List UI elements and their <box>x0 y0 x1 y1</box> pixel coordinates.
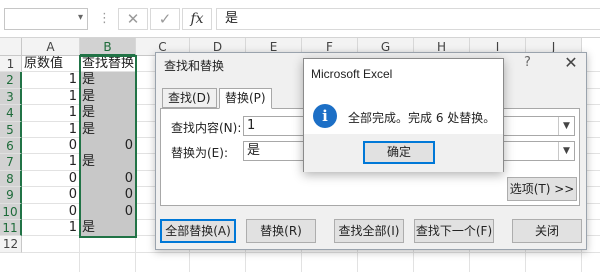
find-all-button[interactable]: 查找全部(I) <box>334 219 404 243</box>
close-button[interactable]: 关闭 <box>512 219 582 243</box>
drag-handle-icon[interactable]: ⋮ <box>98 9 111 29</box>
row-header-8[interactable]: 8 <box>0 170 22 188</box>
tab-replace[interactable]: 替换(P) <box>219 88 272 109</box>
name-box[interactable]: ▾ <box>4 8 88 30</box>
cell-a10[interactable]: 0 <box>22 204 80 220</box>
row-header-2[interactable]: 2 <box>0 72 22 89</box>
check-icon[interactable]: ✓ <box>150 8 180 30</box>
formula-input[interactable]: 是 <box>216 8 600 30</box>
cell-a2[interactable]: 1 <box>22 72 80 88</box>
row-header-1[interactable]: 1 <box>0 56 22 73</box>
tab-find[interactable]: 查找(D) <box>162 88 217 108</box>
chevron-down-icon[interactable]: ▼ <box>558 142 574 160</box>
column-header-b[interactable]: B <box>80 38 136 56</box>
message-box-body: i 全部完成。完成 6 处替换。 确定 <box>304 94 503 172</box>
cell-a9[interactable]: 0 <box>22 187 80 203</box>
options-button[interactable]: 选项(T) >> <box>507 177 577 201</box>
ok-button[interactable]: 确定 <box>363 141 435 164</box>
message-box: Microsoft Excel i 全部完成。完成 6 处替换。 确定 <box>303 58 504 172</box>
replace-input-value: 是 <box>247 143 261 158</box>
replace-button[interactable]: 替换(R) <box>246 219 316 243</box>
row-header-11[interactable]: 11 <box>0 220 22 237</box>
message-box-footer: 确定 <box>304 134 503 172</box>
cell-a11[interactable]: 1 <box>22 220 80 236</box>
row-header-3[interactable]: 3 <box>0 88 22 106</box>
cell-a6[interactable]: 0 <box>22 138 80 154</box>
row-header-9[interactable]: 9 <box>0 187 22 204</box>
chevron-down-icon[interactable]: ▼ <box>558 117 574 135</box>
select-all-corner[interactable] <box>0 38 22 56</box>
replace-label: 替换为(E): <box>171 146 228 160</box>
cancel-icon[interactable]: ✕ <box>118 8 148 30</box>
info-icon: i <box>313 104 337 128</box>
chevron-down-icon[interactable]: ▾ <box>78 12 83 23</box>
find-next-button[interactable]: 查找下一个(F) <box>414 219 494 243</box>
find-label: 查找内容(N): <box>171 121 242 135</box>
row-header-10[interactable]: 10 <box>0 203 22 220</box>
row-header-12[interactable]: 12 <box>0 236 22 253</box>
cell-a5[interactable]: 1 <box>22 122 80 138</box>
message-text: 全部完成。完成 6 处替换。 <box>348 111 496 125</box>
row-header-4[interactable]: 4 <box>0 105 22 122</box>
column-header-a[interactable]: A <box>22 38 80 56</box>
replace-all-button[interactable]: 全部替换(A) <box>160 219 236 243</box>
row-header-5[interactable]: 5 <box>0 121 22 138</box>
find-input-value: 1 <box>247 118 256 133</box>
message-box-title: Microsoft Excel <box>311 67 393 81</box>
row-header-7[interactable]: 7 <box>0 154 22 171</box>
insert-function-button[interactable]: fx <box>182 8 212 30</box>
help-icon[interactable]: ? <box>524 55 531 70</box>
gridline <box>22 251 600 253</box>
cell-a8[interactable]: 0 <box>22 171 80 187</box>
row-header-6[interactable]: 6 <box>0 138 22 155</box>
cell-a7[interactable]: 1 <box>22 154 80 170</box>
selection-border <box>79 55 137 238</box>
dialog-title: 查找和替换 <box>164 59 225 73</box>
cell-a3[interactable]: 1 <box>22 89 80 105</box>
formula-bar: ▾ ⋮ ✕ ✓ fx 是 <box>0 0 600 38</box>
cell-a1[interactable]: 原数值 <box>22 56 80 72</box>
cell-a4[interactable]: 1 <box>22 105 80 121</box>
close-icon[interactable]: ✕ <box>560 53 582 72</box>
